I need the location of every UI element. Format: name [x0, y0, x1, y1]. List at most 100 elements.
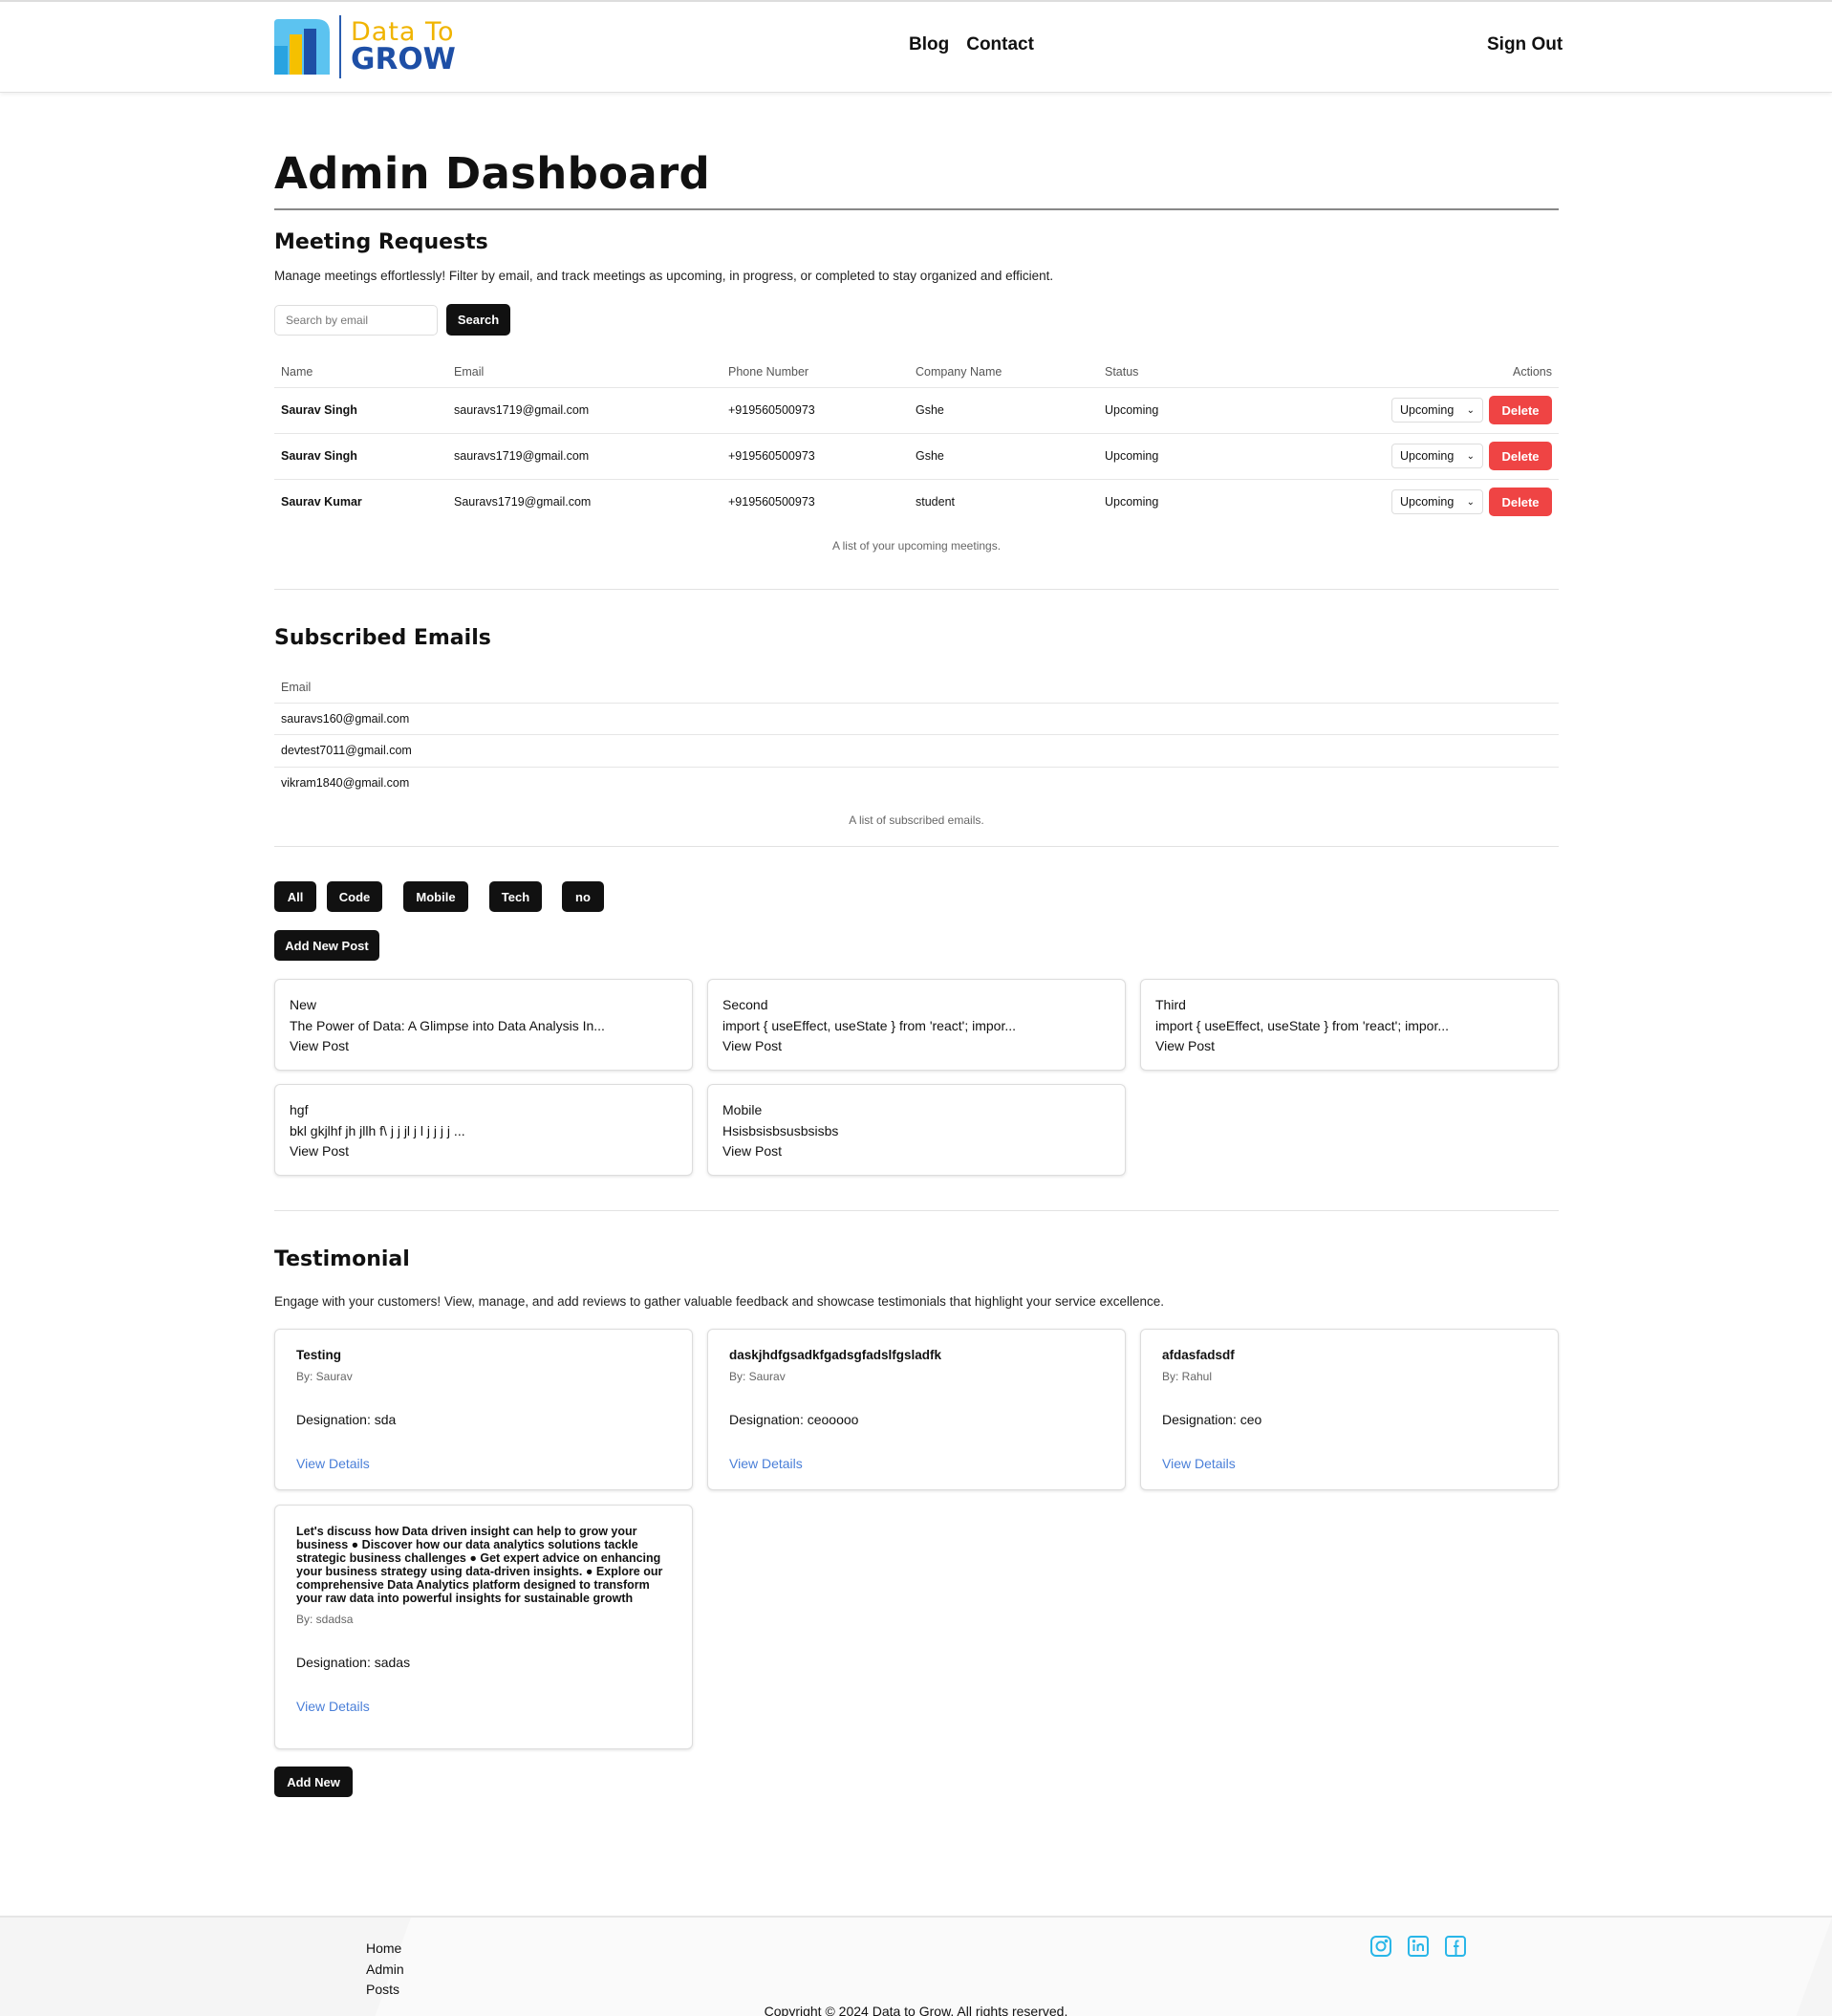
logo[interactable]: Data To GROW — [274, 15, 456, 78]
post-card[interactable]: Mobile Hsisbsisbsusbsisbs View Post — [707, 1084, 1126, 1176]
meeting-email: sauravs1719@gmail.com — [454, 403, 590, 417]
post-title: import { useEffect, useState } from 'rea… — [722, 1017, 1017, 1033]
testimonial-designation: Designation: ceooooo — [729, 1412, 859, 1427]
instagram-icon[interactable] — [1369, 1935, 1392, 1958]
chevron-down-icon: ⌄ — [1466, 496, 1475, 508]
filter-mobile[interactable]: Mobile — [403, 881, 468, 912]
status-select-value: Upcoming — [1400, 495, 1455, 509]
testimonial-title: Let's discuss how Data driven insight ca… — [296, 1525, 663, 1605]
meeting-name: Saurav Singh — [281, 403, 357, 417]
meeting-status: Upcoming — [1105, 495, 1159, 509]
post-title: The Power of Data: A Glimpse into Data A… — [290, 1017, 605, 1033]
column-header-actions: Actions — [1513, 364, 1552, 379]
add-new-post-button[interactable]: Add New Post — [274, 930, 379, 961]
table-row: vikram1840@gmail.com — [274, 767, 1559, 798]
table-row: Saurav Kumar Sauravs1719@gmail.com +9195… — [274, 479, 1559, 525]
copyright-text: Copyright © 2024 Data to Grow. All right… — [764, 2004, 1068, 2016]
post-category: New — [290, 997, 317, 1012]
chevron-down-icon: ⌄ — [1466, 450, 1475, 462]
top-navigation-bar: Data To GROW Blog Contact Sign Out — [0, 0, 1832, 93]
testimonial-heading: Testimonial — [274, 1247, 410, 1271]
testimonial-card: afdasfadsdf By: Rahul Designation: ceo V… — [1140, 1329, 1559, 1490]
footer-link-posts[interactable]: Posts — [366, 1980, 404, 2001]
testimonial-title: afdasfadsdf — [1162, 1348, 1235, 1362]
meeting-company: Gshe — [916, 403, 944, 417]
section-divider — [274, 589, 1559, 590]
filter-code[interactable]: Code — [327, 881, 382, 912]
view-details-link[interactable]: View Details — [1162, 1456, 1537, 1471]
filter-no[interactable]: no — [562, 881, 604, 912]
logo-line-1: Data To — [351, 17, 455, 47]
post-title: bkl gkjlhf jh jllh f\ j j jl j l j j j j… — [290, 1122, 465, 1138]
meeting-status: Upcoming — [1105, 449, 1159, 463]
subscribed-caption: A list of subscribed emails. — [849, 813, 984, 827]
post-card[interactable]: hgf bkl gkjlhf jh jllh f\ j j jl j l j j… — [274, 1084, 693, 1176]
testimonial-author: By: sdadsa — [296, 1613, 354, 1626]
nav-blog[interactable]: Blog — [909, 34, 949, 55]
add-new-testimonial-button[interactable]: Add New — [274, 1767, 353, 1797]
status-select[interactable]: Upcoming ⌄ — [1391, 398, 1483, 423]
meeting-phone: +919560500973 — [728, 449, 815, 463]
testimonial-title: daskjhdfgsadkfgadsgfadslfgsladfk — [729, 1348, 942, 1362]
view-details-link[interactable]: View Details — [729, 1456, 1104, 1471]
post-category: Mobile — [722, 1102, 763, 1117]
sign-out-button[interactable]: Sign Out — [1487, 34, 1563, 55]
footer-link-admin[interactable]: Admin — [366, 1960, 404, 1981]
filter-tech[interactable]: Tech — [489, 881, 542, 912]
table-row: sauravs160@gmail.com — [274, 703, 1559, 734]
delete-button[interactable]: Delete — [1489, 442, 1552, 470]
meeting-requests-description: Manage meetings effortlessly! Filter by … — [274, 269, 1054, 283]
status-select[interactable]: Upcoming ⌄ — [1391, 489, 1483, 515]
post-category: Third — [1155, 997, 1186, 1012]
column-header-status: Status — [1105, 364, 1139, 379]
meetings-header-row: Name Email Phone Number Company Name Sta… — [274, 357, 1559, 387]
logo-mark-icon — [274, 19, 330, 75]
post-card[interactable]: New The Power of Data: A Glimpse into Da… — [274, 979, 693, 1071]
view-post-link[interactable]: View Post — [1155, 1036, 1543, 1057]
meeting-name: Saurav Singh — [281, 449, 357, 463]
facebook-icon[interactable] — [1444, 1935, 1467, 1958]
meeting-name: Saurav Kumar — [281, 495, 362, 509]
subscribed-email: sauravs160@gmail.com — [281, 711, 410, 726]
footer-link-home[interactable]: Home — [366, 1939, 404, 1960]
view-post-link[interactable]: View Post — [290, 1036, 678, 1057]
meeting-requests-heading: Meeting Requests — [274, 230, 488, 254]
nav-contact[interactable]: Contact — [966, 34, 1034, 55]
footer: Home Admin Posts Copyright © 2024 Data t… — [0, 1916, 1832, 2016]
footer-links: Home Admin Posts — [366, 1939, 404, 2001]
logo-divider — [339, 15, 341, 78]
meeting-phone: +919560500973 — [728, 403, 815, 417]
column-header-email: Email — [454, 364, 485, 379]
page-title: Admin Dashboard — [274, 148, 710, 199]
view-post-link[interactable]: View Post — [722, 1036, 1110, 1057]
view-post-link[interactable]: View Post — [722, 1141, 1110, 1162]
view-details-link[interactable]: View Details — [296, 1699, 671, 1714]
meeting-actions: Upcoming ⌄ Delete — [1366, 433, 1559, 479]
meeting-email: Sauravs1719@gmail.com — [454, 495, 592, 509]
footer-background-shape — [374, 1918, 1832, 2016]
table-row: devtest7011@gmail.com — [274, 734, 1559, 767]
meeting-phone: +919560500973 — [728, 495, 815, 509]
testimonial-description: Engage with your customers! View, manage… — [274, 1294, 1165, 1309]
linkedin-icon[interactable] — [1407, 1935, 1430, 1958]
logo-text: Data To GROW — [351, 19, 456, 75]
view-post-link[interactable]: View Post — [290, 1141, 678, 1162]
post-card[interactable]: Second import { useEffect, useState } fr… — [707, 979, 1126, 1071]
testimonial-author: By: Saurav — [729, 1370, 786, 1383]
title-divider — [274, 208, 1559, 210]
subscribed-emails-heading: Subscribed Emails — [274, 626, 491, 650]
delete-button[interactable]: Delete — [1489, 396, 1552, 424]
subscribed-email: vikram1840@gmail.com — [281, 775, 410, 790]
delete-button[interactable]: Delete — [1489, 488, 1552, 517]
meeting-company: student — [916, 495, 956, 509]
search-button[interactable]: Search — [446, 304, 510, 336]
status-select[interactable]: Upcoming ⌄ — [1391, 444, 1483, 468]
meeting-company: Gshe — [916, 449, 944, 463]
subscribed-header-row: Email — [274, 672, 1559, 703]
main-nav: Blog Contact — [909, 34, 1034, 55]
search-by-email-input[interactable] — [274, 305, 438, 336]
post-card[interactable]: Third import { useEffect, useState } fro… — [1140, 979, 1559, 1071]
view-details-link[interactable]: View Details — [296, 1456, 671, 1471]
meeting-actions: Upcoming ⌄ Delete — [1366, 479, 1559, 525]
filter-all[interactable]: All — [274, 881, 316, 912]
